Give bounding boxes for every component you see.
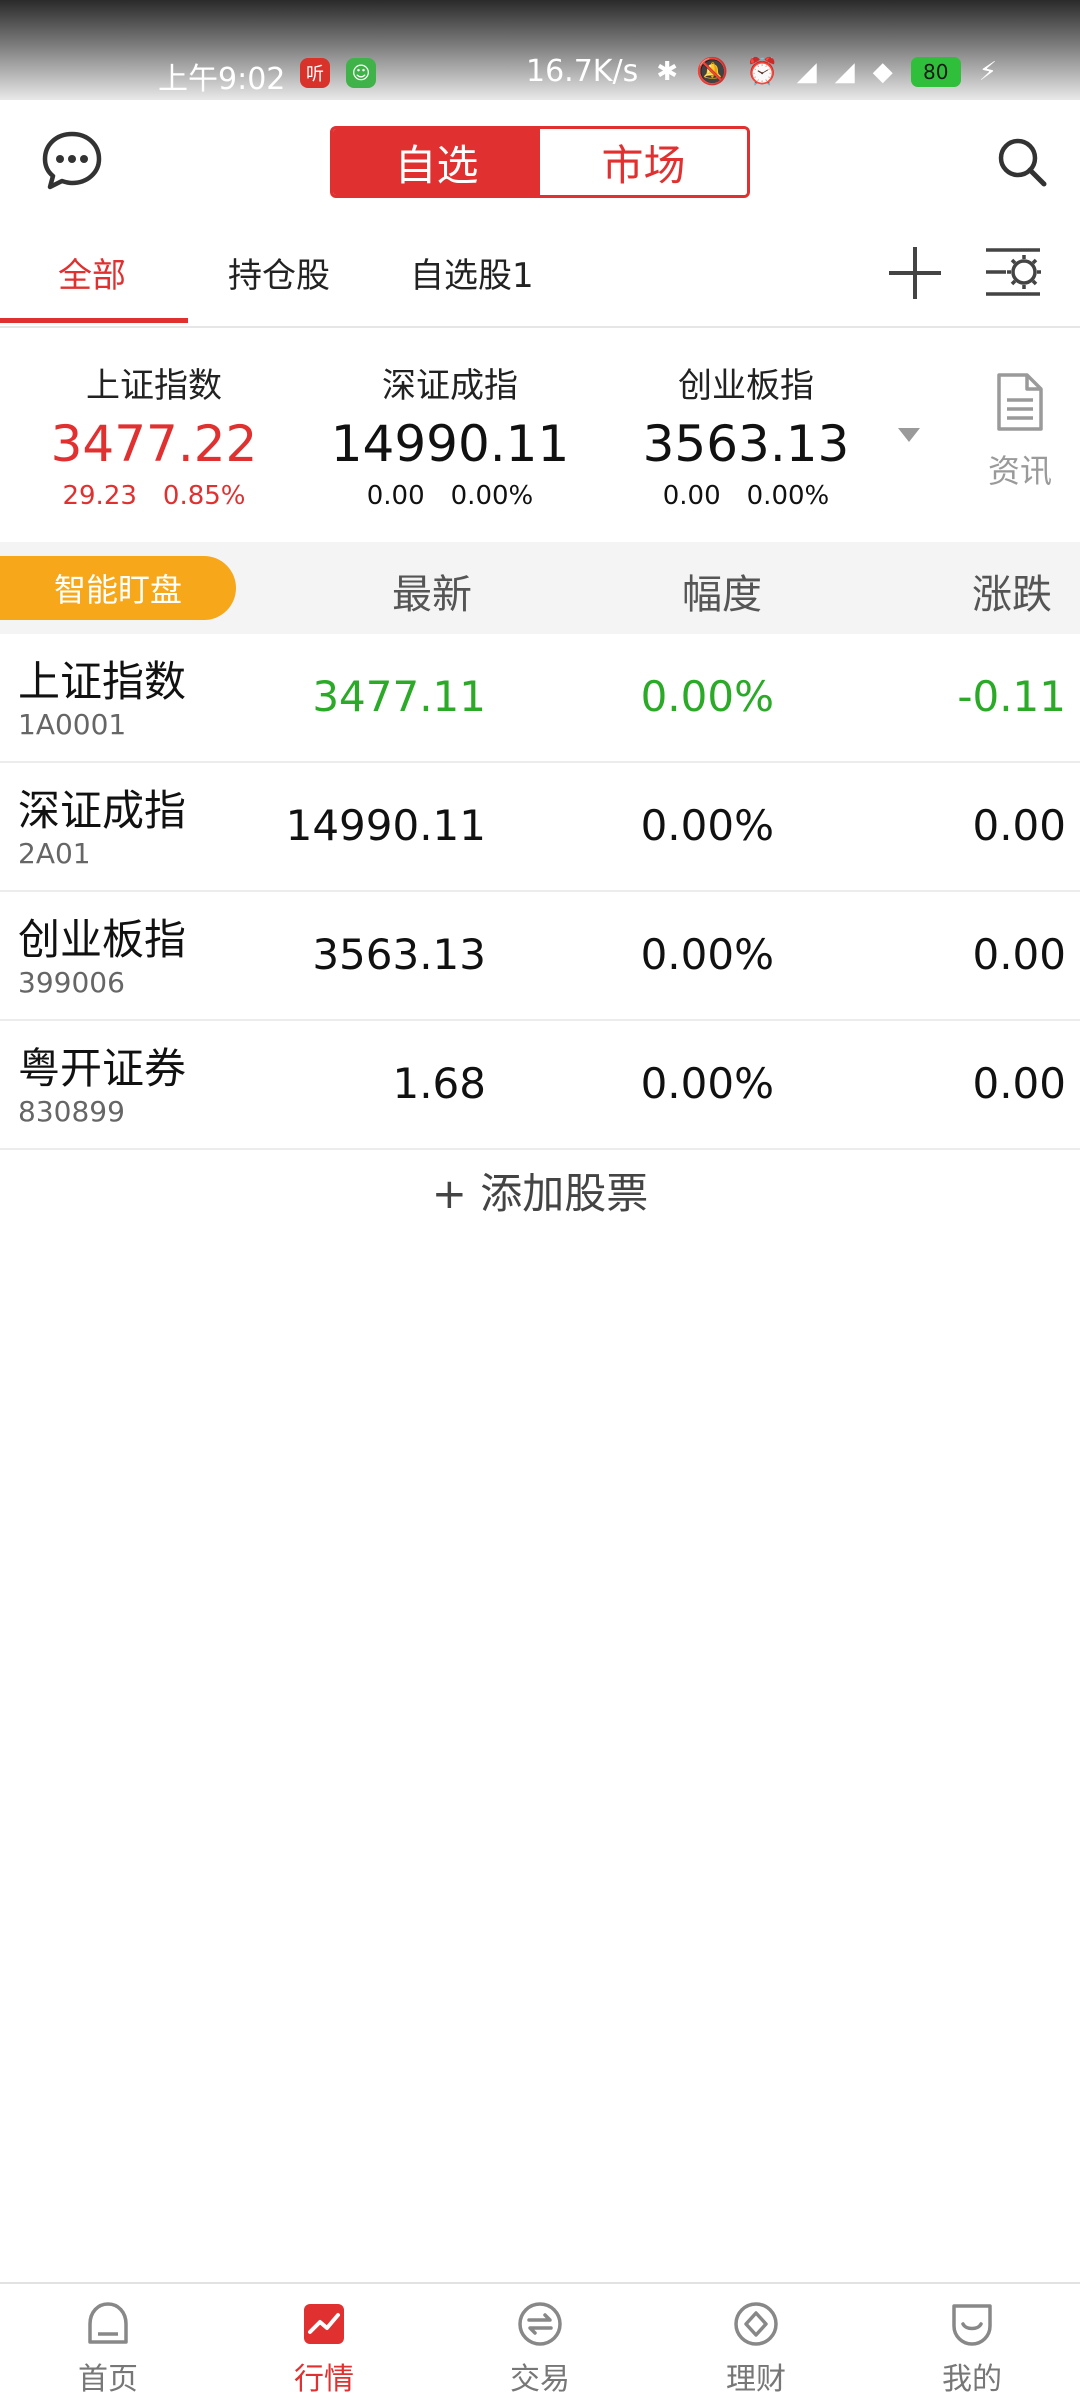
bluetooth-icon: ✱ bbox=[656, 56, 679, 87]
charging-icon: ⚡ bbox=[978, 56, 998, 87]
stock-name: 创业板指 bbox=[18, 915, 187, 964]
home-icon bbox=[88, 2302, 128, 2344]
column-header-change[interactable]: 涨跌 bbox=[972, 562, 1052, 620]
document-icon bbox=[997, 373, 1043, 431]
settings-icon[interactable] bbox=[982, 240, 1046, 304]
tab-holdings[interactable]: 持仓股 bbox=[228, 248, 330, 297]
nav-trade[interactable]: 交易 bbox=[432, 2284, 648, 2400]
stock-pct: 0.00% bbox=[640, 672, 774, 721]
bottom-nav: 首页 行情 交易 理财 我的 bbox=[0, 2282, 1080, 2400]
index-value: 3477.22 bbox=[50, 415, 258, 473]
stock-name: 粤开证券 bbox=[18, 1044, 187, 1093]
app-header: 自选 市场 bbox=[0, 100, 1080, 222]
index-name: 创业板指 bbox=[678, 366, 814, 406]
index-card-shenzhen[interactable]: 深证成指 14990.11 0.00 0.00% bbox=[300, 358, 600, 511]
add-stock-button[interactable]: + 添加股票 bbox=[0, 1160, 1080, 1221]
stock-pct: 0.00% bbox=[640, 1059, 774, 1108]
nav-wealth[interactable]: 理财 bbox=[648, 2284, 864, 2400]
column-header-range[interactable]: 幅度 bbox=[682, 562, 762, 620]
signal-hd-icon: ◢ bbox=[796, 56, 817, 87]
market-chart-icon bbox=[304, 2304, 344, 2344]
stock-change: -0.11 bbox=[957, 672, 1066, 721]
watchlist-tabs: 全部 持仓股 自选股1 bbox=[0, 222, 1080, 328]
stock-pct: 0.00% bbox=[640, 801, 774, 850]
chevron-down-icon[interactable] bbox=[898, 428, 920, 442]
table-row[interactable]: 上证指数 1A0001 3477.11 0.00% -0.11 bbox=[0, 634, 1080, 763]
index-card-shanghai[interactable]: 上证指数 3477.22 29.23 0.85% bbox=[4, 358, 304, 511]
app-notification-icon: ☺ bbox=[346, 58, 376, 88]
nav-label: 首页 bbox=[78, 2362, 138, 2397]
wifi-icon: ◆ bbox=[872, 56, 893, 87]
nav-profile[interactable]: 我的 bbox=[864, 2284, 1080, 2400]
mute-icon: 🔕 bbox=[696, 56, 729, 87]
index-change: 0.00 0.00% bbox=[300, 481, 600, 511]
stock-code: 399006 bbox=[18, 966, 125, 999]
battery-icon: 80 bbox=[910, 56, 961, 87]
nav-market[interactable]: 行情 bbox=[216, 2284, 432, 2400]
column-header-latest[interactable]: 最新 bbox=[392, 562, 472, 620]
table-row[interactable]: 创业板指 399006 3563.13 0.00% 0.00 bbox=[0, 892, 1080, 1021]
stock-price: 14990.11 bbox=[285, 801, 486, 850]
tab-all[interactable]: 全部 bbox=[58, 248, 126, 297]
index-name: 上证指数 bbox=[86, 366, 222, 406]
index-name: 深证成指 bbox=[382, 366, 518, 406]
search-icon[interactable] bbox=[996, 136, 1048, 188]
table-row[interactable]: 粤开证券 830899 1.68 0.00% 0.00 bbox=[0, 1021, 1080, 1150]
stock-change: 0.00 bbox=[972, 930, 1066, 979]
index-change-pct: 0.00% bbox=[746, 481, 830, 511]
segment-market[interactable]: 市场 bbox=[540, 129, 747, 195]
status-bar: 上午9:02 听 ☺ 16.7K/s ✱ 🔕 ⏰ ◢ ◢ ◆ 80 ⚡ bbox=[0, 0, 1080, 100]
index-change-points: 0.00 bbox=[662, 481, 721, 511]
stock-change: 0.00 bbox=[972, 801, 1066, 850]
nav-label: 交易 bbox=[510, 2362, 570, 2397]
nav-label: 理财 bbox=[726, 2362, 786, 2397]
index-change: 29.23 0.85% bbox=[4, 481, 304, 511]
segment-watchlist[interactable]: 自选 bbox=[333, 129, 540, 195]
nav-label: 行情 bbox=[294, 2362, 354, 2397]
tab-watchlist-1[interactable]: 自选股1 bbox=[410, 248, 534, 297]
smart-monitor-button[interactable]: 智能盯盘 bbox=[0, 556, 236, 620]
nav-home[interactable]: 首页 bbox=[0, 2284, 216, 2400]
wealth-diamond-icon bbox=[734, 2302, 778, 2346]
stock-code: 1A0001 bbox=[18, 708, 127, 741]
stock-price: 3477.11 bbox=[312, 672, 486, 721]
stock-name: 上证指数 bbox=[18, 657, 187, 706]
stock-list: 上证指数 1A0001 3477.11 0.00% -0.11 深证成指 2A0… bbox=[0, 634, 1080, 1150]
news-button[interactable]: 资讯 bbox=[960, 372, 1080, 492]
net-speed: 16.7K/s bbox=[526, 54, 639, 89]
stock-name: 深证成指 bbox=[18, 786, 187, 835]
stock-pct: 0.00% bbox=[640, 930, 774, 979]
active-tab-indicator bbox=[0, 318, 188, 323]
table-header: 智能盯盘 最新 幅度 涨跌 bbox=[0, 542, 1080, 634]
nav-label: 我的 bbox=[942, 2362, 1002, 2397]
index-change-points: 0.00 bbox=[366, 481, 425, 511]
index-change-points: 29.23 bbox=[62, 481, 137, 511]
index-value: 14990.11 bbox=[330, 415, 570, 473]
index-value: 3563.13 bbox=[642, 415, 850, 473]
add-icon[interactable] bbox=[886, 244, 944, 302]
listen-app-icon: 听 bbox=[300, 58, 330, 88]
index-card-chinext[interactable]: 创业板指 3563.13 0.00 0.00% bbox=[596, 358, 896, 511]
stock-price: 3563.13 bbox=[312, 930, 486, 979]
profile-smile-icon bbox=[952, 2304, 992, 2346]
status-time: 上午9:02 bbox=[158, 62, 286, 97]
index-change-pct: 0.00% bbox=[450, 481, 534, 511]
stock-code: 830899 bbox=[18, 1095, 125, 1128]
table-row[interactable]: 深证成指 2A01 14990.11 0.00% 0.00 bbox=[0, 763, 1080, 892]
index-change-pct: 0.85% bbox=[162, 481, 246, 511]
watchlist-market-toggle: 自选 市场 bbox=[330, 126, 750, 198]
status-right: 16.7K/s ✱ 🔕 ⏰ ◢ ◢ ◆ 80 ⚡ bbox=[526, 54, 997, 89]
news-label: 资讯 bbox=[987, 452, 1052, 490]
stock-change: 0.00 bbox=[972, 1059, 1066, 1108]
index-summary: 上证指数 3477.22 29.23 0.85% 深证成指 14990.11 0.… bbox=[0, 330, 1080, 540]
trade-exchange-icon bbox=[518, 2302, 562, 2346]
alarm-icon: ⏰ bbox=[746, 56, 779, 87]
signal-icon: ◢ bbox=[834, 56, 855, 87]
stock-price: 1.68 bbox=[392, 1059, 486, 1108]
index-change: 0.00 0.00% bbox=[596, 481, 896, 511]
stock-code: 2A01 bbox=[18, 837, 91, 870]
message-icon[interactable] bbox=[40, 128, 104, 192]
